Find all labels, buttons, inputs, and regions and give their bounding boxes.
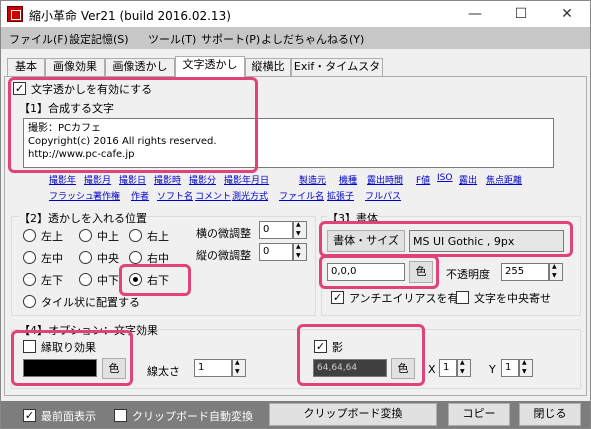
h-adjust-spinner[interactable] [293, 221, 307, 239]
v-adjust-spinner[interactable] [293, 243, 307, 261]
highlight-box [319, 221, 573, 257]
window-title: 縮小革命 Ver21 (build 2016.02.13) [29, 9, 231, 23]
tile-radio[interactable] [23, 295, 36, 308]
tile-label: タイル状に配置する [41, 296, 140, 309]
v-adjust-label: 縦の微調整 [196, 249, 251, 262]
position-label: 中下 [97, 274, 119, 287]
tag-link[interactable]: 撮影年月日 [224, 173, 269, 186]
tag-link[interactable]: 製造元 [299, 173, 326, 186]
center-text-checkbox[interactable] [456, 291, 469, 304]
minimize-button[interactable]: — [452, 1, 498, 27]
antialias-checkbox[interactable]: ✓ [331, 291, 344, 304]
tag-link[interactable]: 焦点距離 [486, 173, 522, 186]
tag-link[interactable]: フルパス [365, 189, 401, 202]
position-middle-left-radio[interactable] [23, 251, 36, 264]
h-adjust-label: 横の微調整 [196, 227, 251, 240]
tag-link[interactable]: 撮影分 [189, 173, 216, 186]
h-adjust-input[interactable]: 0 [259, 221, 293, 239]
tag-link[interactable]: フラッシュ [49, 189, 94, 202]
position-header: 【2】透かしを入れる位置 [19, 210, 147, 226]
position-label: 中上 [97, 230, 119, 243]
position-label: 左上 [41, 230, 63, 243]
tag-link[interactable]: コメント [195, 189, 231, 202]
tab-exif-timestamp[interactable]: Exif・タイムスタンプ [291, 58, 383, 89]
highlight-box [319, 255, 439, 289]
shadow-x-label: X [428, 363, 436, 376]
topmost-label: 最前面表示 [41, 410, 96, 423]
position-bottom-center-radio[interactable] [79, 273, 92, 286]
menu-tools[interactable]: ツール(T) [148, 31, 196, 47]
clipboard-convert-button[interactable]: クリップボード変換 [269, 403, 437, 426]
opacity-spinner[interactable] [549, 263, 563, 281]
tag-link[interactable]: 作者 [131, 189, 149, 202]
tag-link[interactable]: F値 [416, 173, 430, 186]
position-center-radio[interactable] [79, 251, 92, 264]
tab-image-watermark[interactable]: 画像透かし [105, 58, 175, 76]
maximize-button[interactable]: ☐ [498, 1, 544, 27]
position-middle-right-radio[interactable] [129, 251, 142, 264]
menu-file[interactable]: ファイル(F) [9, 31, 68, 47]
tag-link[interactable]: ISO [437, 173, 452, 183]
tag-link[interactable]: 撮影年 [49, 173, 76, 186]
v-adjust-input[interactable]: 0 [259, 243, 293, 261]
position-label: 左下 [41, 274, 63, 287]
shadow-y-label: Y [489, 363, 496, 376]
opacity-input[interactable]: 255 [501, 263, 549, 281]
app-icon [7, 6, 23, 22]
position-label: 左中 [41, 252, 63, 265]
clipboard-auto-checkbox[interactable] [114, 409, 127, 422]
line-width-label: 線太さ [147, 365, 180, 378]
highlight-box [119, 264, 191, 296]
tag-links-row1: 撮影年 撮影月 撮影日 撮影時 撮影分 撮影年月日 製造元 機種 露出時間 F値… [49, 173, 589, 187]
menu-support[interactable]: サポート(P) [201, 31, 260, 47]
topmost-checkbox[interactable]: ✓ [23, 409, 36, 422]
highlight-box [297, 324, 425, 386]
clipboard-auto-label: クリップボード自動変換 [132, 410, 253, 423]
shadow-y-input[interactable]: 1 [501, 359, 519, 377]
tag-link[interactable]: 著作権 [93, 189, 120, 202]
position-bottom-left-radio[interactable] [23, 273, 36, 286]
tag-link[interactable]: ファイル名 [279, 189, 324, 202]
tag-link[interactable]: 機種 [339, 173, 357, 186]
close-dialog-button[interactable]: 閉じる [519, 403, 581, 426]
menu-bar: ファイル(F) 設定記憶(S) ツール(T) サポート(P) よしだちゃんねる(… [1, 27, 590, 49]
line-width-input[interactable]: 1 [194, 359, 232, 377]
position-top-center-radio[interactable] [79, 229, 92, 242]
shadow-x-input[interactable]: 1 [439, 359, 457, 377]
close-button[interactable]: ✕ [544, 1, 590, 27]
tag-link[interactable]: 露出時間 [367, 173, 403, 186]
tag-link[interactable]: 測光方式 [232, 189, 268, 202]
menu-channel[interactable]: よしだちゃんねる(Y) [261, 31, 364, 47]
tab-image-effect[interactable]: 画像効果 [45, 58, 105, 76]
position-top-right-radio[interactable] [129, 229, 142, 242]
tag-link[interactable]: ソフト名 [157, 189, 193, 202]
shadow-y-spinner[interactable] [519, 359, 533, 377]
center-text-label: 文字を中央寄せ [474, 292, 551, 305]
title-bar: 縮小革命 Ver21 (build 2016.02.13) — ☐ ✕ [1, 1, 590, 27]
shadow-x-spinner[interactable] [457, 359, 471, 377]
copy-button[interactable]: コピー [448, 403, 510, 426]
tag-link[interactable]: 撮影時 [154, 173, 181, 186]
tag-link[interactable]: 露出 [459, 173, 477, 186]
position-label: 中央 [97, 252, 119, 265]
tab-aspect-ratio[interactable]: 縦横比 [245, 58, 291, 76]
position-label: 右上 [147, 230, 169, 243]
opacity-label: 不透明度 [446, 268, 490, 281]
tag-links-row2: フラッシュ 著作権 作者 ソフト名 コメント 測光方式 ファイル名 拡張子 フル… [49, 189, 589, 203]
highlight-box [8, 77, 258, 173]
tag-link[interactable]: 撮影月 [84, 173, 111, 186]
tab-basic[interactable]: 基本 [7, 58, 45, 76]
tab-text-watermark[interactable]: 文字透かし [175, 56, 245, 77]
antialias-label: アンチエイリアスを有効 [349, 292, 470, 305]
menu-settings[interactable]: 設定記憶(S) [69, 31, 129, 47]
tag-link[interactable]: 撮影日 [119, 173, 146, 186]
position-top-left-radio[interactable] [23, 229, 36, 242]
app-window: 縮小革命 Ver21 (build 2016.02.13) — ☐ ✕ ファイル… [0, 0, 591, 429]
highlight-box [11, 330, 133, 386]
bottom-bar: ✓ 最前面表示 クリップボード自動変換 クリップボード変換 コピー 閉じる [1, 401, 590, 428]
tag-link[interactable]: 拡張子 [327, 189, 354, 202]
line-width-spinner[interactable] [232, 359, 246, 377]
